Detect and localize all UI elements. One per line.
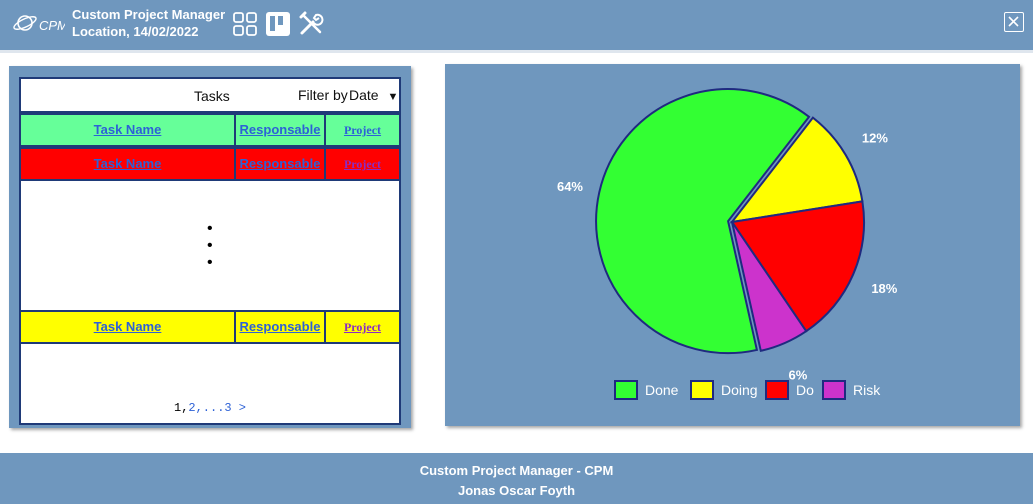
- task-row[interactable]: Task Name Responsable Project: [21, 147, 399, 181]
- legend-swatch-do: [765, 380, 789, 400]
- filter-dropdown[interactable]: Date ▼: [349, 87, 398, 103]
- top-bar: CPM Custom Project Manager Location, 14/…: [0, 0, 1033, 50]
- ellipsis-dot: •: [207, 237, 213, 254]
- tasks-header: Tasks Filter by Date ▼: [21, 79, 399, 113]
- ellipsis-dot: •: [207, 220, 213, 237]
- filter-value: Date: [349, 87, 379, 103]
- app-title-block: Custom Project Manager Location, 14/02/2…: [72, 6, 225, 40]
- legend-swatch-done: [614, 380, 638, 400]
- next-page-link[interactable]: >: [232, 401, 246, 415]
- kanban-board-icon[interactable]: [265, 11, 291, 37]
- task-row[interactable]: Task Name Responsable Project: [21, 113, 399, 147]
- chart-panel: 64% 12% 18% 6% Done Doing Do Risk: [445, 64, 1020, 426]
- legend-swatch-risk: [822, 380, 846, 400]
- task-name-link[interactable]: Task Name: [21, 149, 234, 179]
- task-responsable-link[interactable]: Responsable: [234, 149, 324, 179]
- task-responsable-link[interactable]: Responsable: [234, 115, 324, 145]
- footer: Custom Project Manager - CPM Jonas Oscar…: [0, 453, 1033, 504]
- pie-label-do: 18%: [871, 281, 897, 296]
- legend-swatch-doing: [690, 380, 714, 400]
- page-2-link[interactable]: 2: [188, 401, 195, 415]
- tools-icon[interactable]: [298, 11, 324, 37]
- legend-label-do: Do: [796, 382, 814, 398]
- logo-text: CPM: [39, 18, 65, 33]
- ellipsis-dot: •: [207, 254, 213, 271]
- pie-label-done: 64%: [557, 179, 583, 194]
- tasks-title: Tasks: [194, 88, 230, 104]
- legend-label-doing: Doing: [721, 382, 758, 398]
- close-icon: [1008, 16, 1019, 27]
- app-name: Custom Project Manager: [72, 7, 226, 22]
- footer-app-name: Custom Project Manager - CPM: [419, 463, 614, 478]
- header-divider: [0, 50, 1033, 53]
- tasks-table: Tasks Filter by Date ▼ Task Name Respons…: [19, 77, 401, 425]
- legend-label-done: Done: [645, 382, 679, 398]
- page-3-link[interactable]: 3: [224, 401, 231, 415]
- page-ellipsis: ,...: [195, 401, 225, 415]
- chevron-down-icon: ▼: [387, 91, 399, 103]
- pie-label-doing: 12%: [862, 130, 888, 145]
- location-date: Location, 14/02/2022: [72, 24, 199, 39]
- status-pie-chart: 64% 12% 18% 6% Done Doing Do Risk: [557, 88, 898, 400]
- task-project-link[interactable]: Project: [324, 312, 399, 342]
- task-project-link[interactable]: Project: [324, 115, 399, 145]
- pagination: 1,2,...3 >: [21, 401, 399, 415]
- task-row[interactable]: Task Name Responsable Project: [21, 310, 399, 344]
- footer-author: Jonas Oscar Foyth: [457, 483, 576, 498]
- task-name-link[interactable]: Task Name: [21, 115, 234, 145]
- tasks-panel: Tasks Filter by Date ▼ Task Name Respons…: [9, 66, 411, 428]
- pie-label-risk: 6%: [789, 367, 808, 382]
- filter-label: Filter by: [298, 87, 348, 103]
- task-responsable-link[interactable]: Responsable: [234, 312, 324, 342]
- task-name-link[interactable]: Task Name: [21, 312, 234, 342]
- dashboard-grid-icon[interactable]: [232, 11, 258, 37]
- close-button[interactable]: [1004, 12, 1024, 32]
- task-project-link[interactable]: Project: [324, 149, 399, 179]
- cpm-logo: CPM: [13, 11, 68, 37]
- legend-label-risk: Risk: [853, 382, 881, 398]
